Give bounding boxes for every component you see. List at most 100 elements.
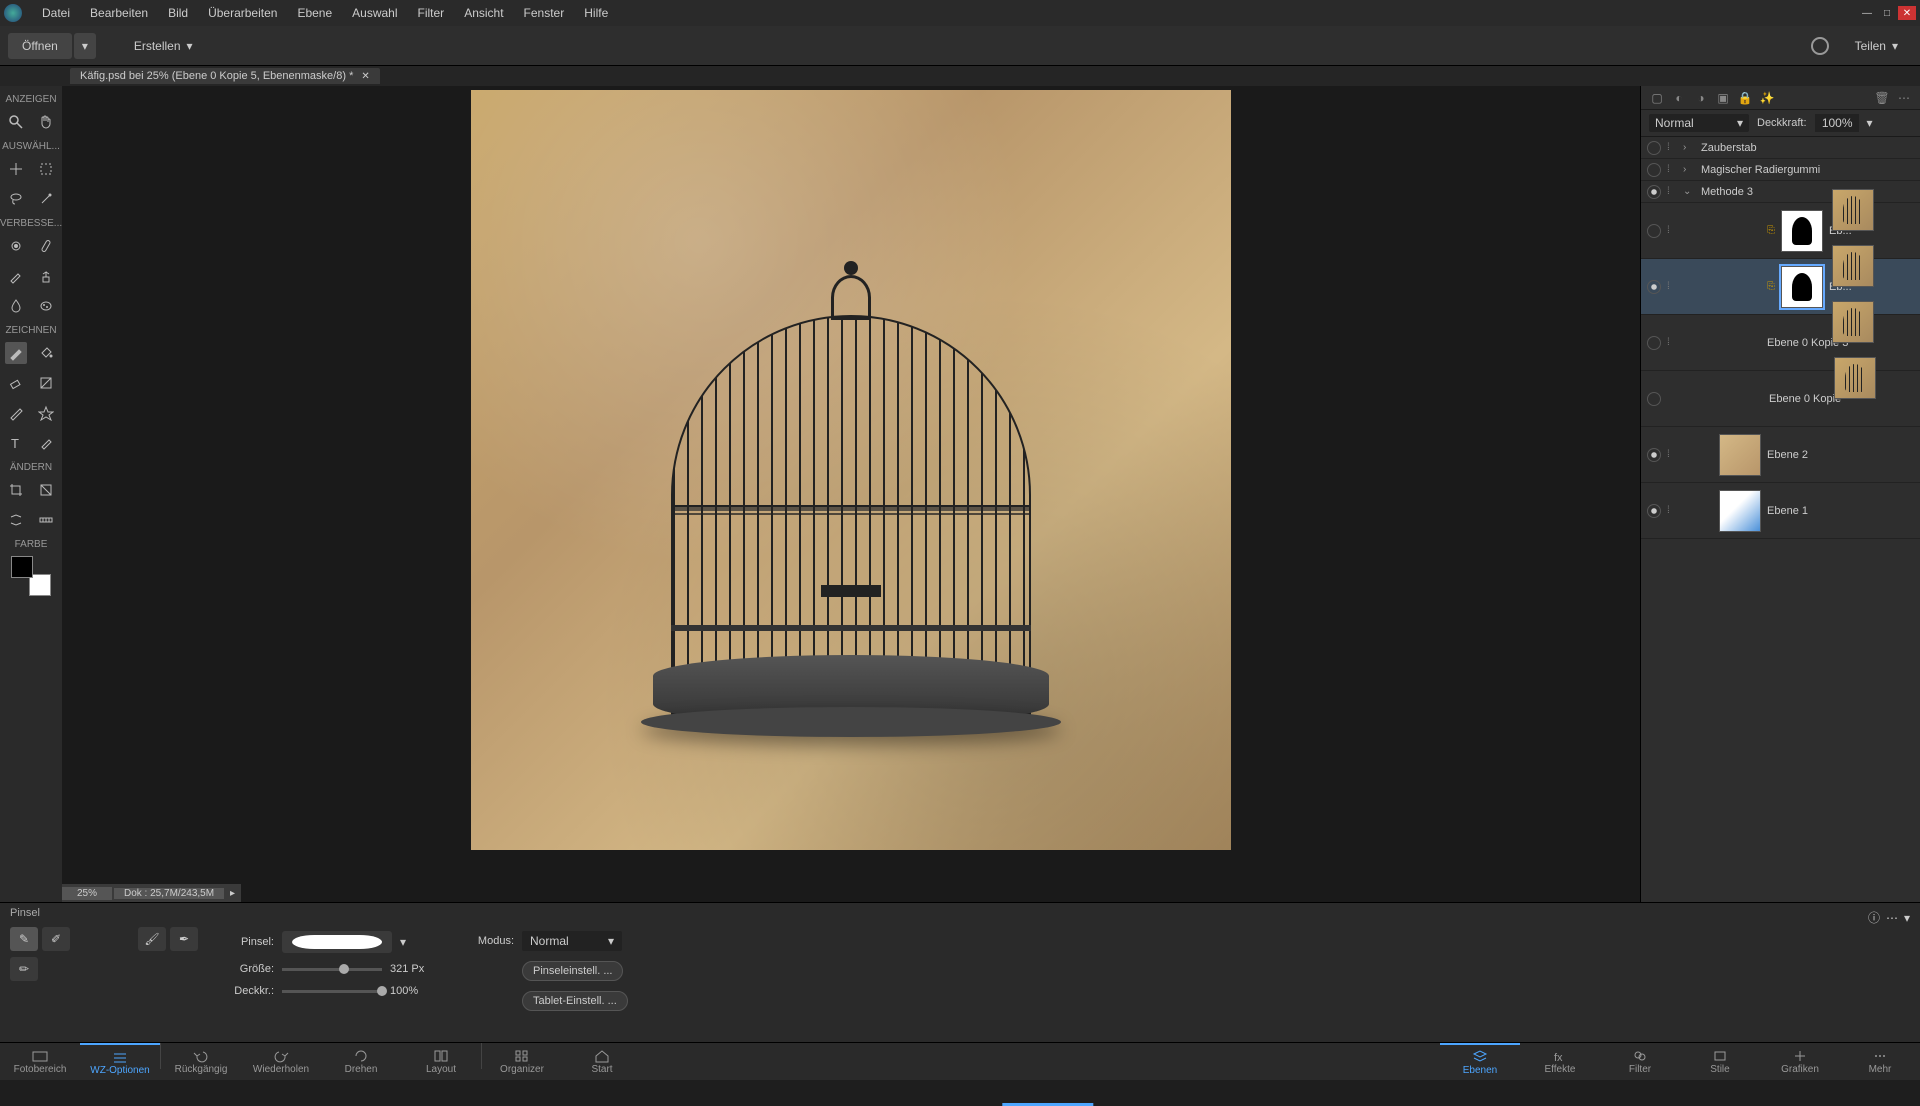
collapse-icon[interactable]: ⌄ [1683,186,1695,197]
visibility-toggle[interactable] [1647,448,1661,462]
options-menu-icon[interactable]: ⋯ [1886,911,1898,925]
lasso-tool[interactable] [5,188,27,210]
straighten-tool[interactable] [35,509,57,531]
menu-hilfe[interactable]: Hilfe [574,2,618,24]
layer-ebene-1[interactable]: ⁞ Ebene 1 [1641,483,1920,539]
undo-button[interactable]: Rückgängig [161,1043,241,1080]
styles-panel-button[interactable]: Stile [1680,1043,1760,1080]
share-button[interactable]: Teilen ▾ [1841,33,1912,59]
smart-brush-tool[interactable] [5,265,27,287]
menu-datei[interactable]: Datei [32,2,80,24]
brush-settings-button[interactable]: Pinseleinstell. ... [522,961,623,981]
visibility-toggle[interactable] [1647,336,1661,350]
graphics-panel-button[interactable]: Grafiken [1760,1043,1840,1080]
brush-variant-3[interactable]: ✏ [10,957,38,981]
lock-indicator[interactable]: ⁞ [1667,142,1677,153]
mask-thumbnail[interactable] [1781,210,1823,252]
theme-toggle-icon[interactable] [1811,37,1829,55]
lock-indicator[interactable]: ⁞ [1667,164,1677,175]
canvas-image[interactable]: ✋ [471,90,1231,850]
gradient-tool[interactable] [35,372,57,394]
status-more-icon[interactable]: ▸ [224,888,241,899]
help-icon[interactable]: ⓘ [1868,909,1880,926]
shape-tool[interactable] [35,402,57,424]
layer-thumbnail[interactable] [1832,301,1874,343]
lock-indicator[interactable]: ⁞ [1667,281,1677,292]
fx-icon[interactable]: ✨ [1759,90,1775,106]
size-value[interactable]: 321 Px [390,963,438,975]
open-dropdown[interactable]: ▾ [74,33,96,59]
rotate-button[interactable]: Drehen [321,1043,401,1080]
eraser-tool[interactable] [5,372,27,394]
brush-variant-2[interactable]: ✐ [42,927,70,951]
brush-variant-1[interactable]: ✎ [10,927,38,951]
chevron-down-icon[interactable]: ▾ [400,935,406,949]
menu-fenster[interactable]: Fenster [514,2,575,24]
layer-kopie[interactable]: Ebene 0 Kopie [1641,371,1920,427]
layer-thumbnail[interactable] [1719,434,1761,476]
foreground-color-swatch[interactable] [11,556,33,578]
expand-icon[interactable]: › [1683,164,1695,175]
move-tool[interactable] [5,158,27,180]
layer-masked-1[interactable]: ⁞ ⎘ Eb... [1641,203,1920,259]
color-picker-tool[interactable] [35,432,57,454]
open-button[interactable]: Öffnen [8,33,72,59]
visibility-toggle[interactable] [1647,392,1661,406]
layer-masked-2-selected[interactable]: ⁞ ⎘ Eb... [1641,259,1920,315]
layers-panel-button[interactable]: Ebenen [1440,1043,1520,1080]
maximize-button[interactable]: □ [1878,6,1896,20]
filters-panel-button[interactable]: Filter [1600,1043,1680,1080]
new-layer-icon[interactable]: ▢ [1649,90,1665,106]
text-tool[interactable]: T [5,432,27,454]
close-button[interactable]: ✕ [1898,6,1916,20]
document-tab[interactable]: Käfig.psd bei 25% (Ebene 0 Kopie 5, Eben… [70,68,380,84]
menu-ansicht[interactable]: Ansicht [454,2,513,24]
mask-thumbnail[interactable] [1781,266,1823,308]
photo-bin-button[interactable]: Fotobereich [0,1043,80,1080]
layout-button[interactable]: Layout [401,1043,481,1080]
layer-thumbnail[interactable] [1832,189,1874,231]
magic-wand-tool[interactable] [35,188,57,210]
visibility-toggle[interactable] [1647,185,1661,199]
chevron-down-icon[interactable]: ▾ [1867,116,1873,130]
menu-ueberarbeiten[interactable]: Überarbeiten [198,2,287,24]
expand-icon[interactable]: › [1683,142,1695,153]
size-slider[interactable] [282,968,382,971]
menu-ebene[interactable]: Ebene [287,2,342,24]
zoom-level[interactable]: 25% [62,887,112,900]
menu-bearbeiten[interactable]: Bearbeiten [80,2,158,24]
layer-mask-icon[interactable]: ▣ [1715,90,1731,106]
sponge-tool[interactable] [35,295,57,317]
color-swatches[interactable] [11,556,51,596]
more-panel-button[interactable]: Mehr [1840,1043,1920,1080]
content-aware-tool[interactable] [5,509,27,531]
brush-tool[interactable] [5,342,27,364]
layer-group-zauberstab[interactable]: ⁞ › Zauberstab [1641,137,1920,159]
zoom-tool[interactable] [5,111,27,133]
visibility-toggle[interactable] [1647,163,1661,177]
lock-indicator[interactable]: ⁞ [1667,337,1677,348]
link-mask-icon[interactable]: ⎘ [1767,281,1775,292]
redeye-tool[interactable] [5,235,27,257]
blend-mode-select[interactable]: Normal▾ [522,931,622,951]
marquee-tool[interactable] [35,158,57,180]
brush-mode-1[interactable]: 🖌 [138,927,166,951]
lock-indicator[interactable]: ⁞ [1667,186,1677,197]
pencil-tool[interactable] [5,402,27,424]
layer-group-methode3[interactable]: ⁞ ⌄ Methode 3 [1641,181,1920,203]
blend-mode-select[interactable]: Normal▾ [1649,114,1749,132]
create-button[interactable]: Erstellen ▾ [120,33,207,59]
new-group-icon[interactable]: ◐ [1671,90,1687,106]
opacity-input[interactable]: 100% [1815,114,1859,132]
home-button[interactable]: Start [562,1043,642,1080]
clone-stamp-tool[interactable] [35,265,57,287]
layer-group-magischer[interactable]: ⁞ › Magischer Radiergummi [1641,159,1920,181]
visibility-toggle[interactable] [1647,280,1661,294]
adjustment-layer-icon[interactable]: ◑ [1693,90,1709,106]
effects-panel-button[interactable]: fxEffekte [1520,1043,1600,1080]
collapse-icon[interactable]: ▾ [1904,911,1910,925]
canvas-area[interactable]: ✋ 25% Dok : 25,7M/243,5M ▸ [62,86,1640,902]
paint-bucket-tool[interactable] [35,342,57,364]
layer-thumbnail[interactable] [1832,245,1874,287]
brush-mode-2[interactable]: ✒ [170,927,198,951]
